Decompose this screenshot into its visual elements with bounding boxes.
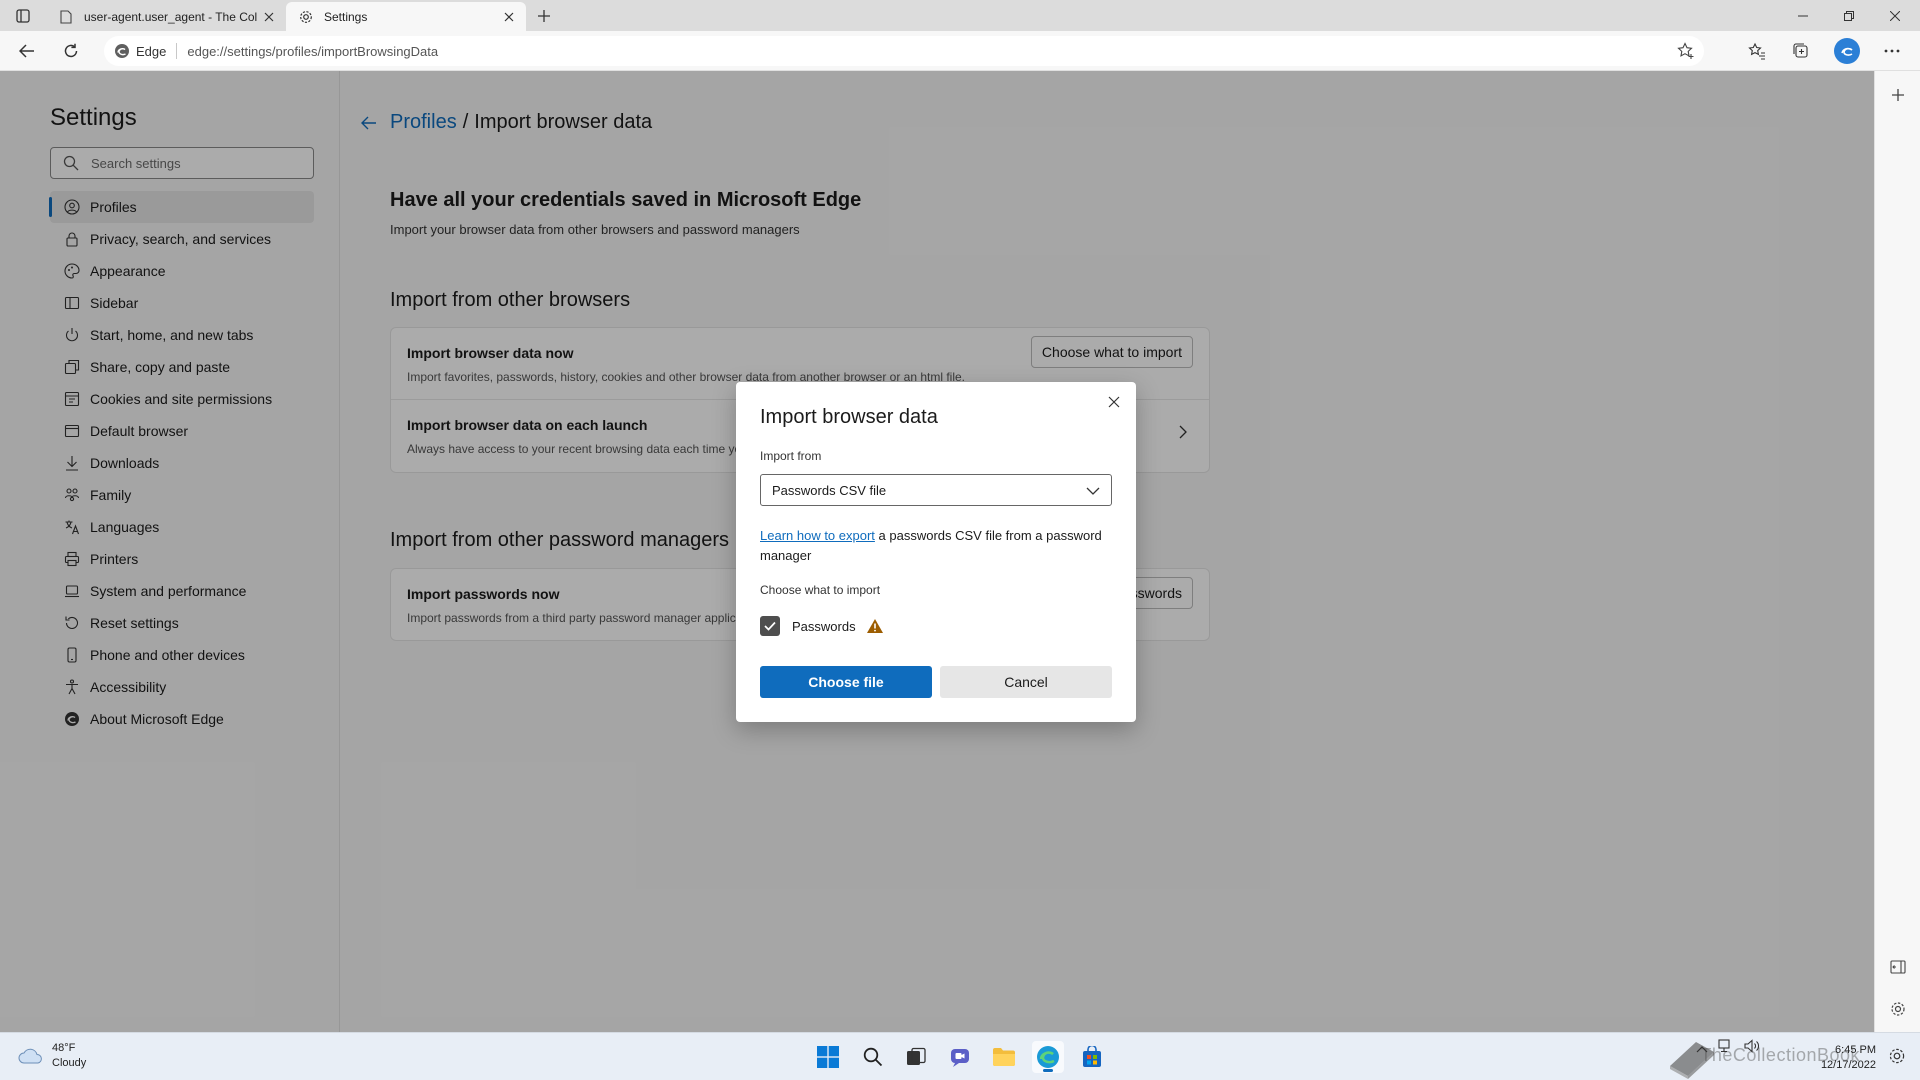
weather-temp: 48°F (52, 1042, 76, 1054)
export-help-text: Learn how to export a passwords CSV file… (760, 526, 1112, 566)
window-close-button[interactable] (1872, 0, 1918, 31)
address-bar[interactable]: Edge edge://settings/profiles/importBrow… (104, 36, 1704, 66)
close-icon[interactable] (258, 6, 280, 28)
sidebar-settings-button[interactable] (1886, 997, 1910, 1021)
add-sidebar-app-button[interactable] (1886, 83, 1910, 107)
profile-avatar-button[interactable] (1834, 38, 1860, 64)
minimize-button[interactable] (1780, 0, 1826, 31)
close-icon (1890, 10, 1900, 21)
minimize-icon (1798, 15, 1808, 16)
folder-icon (993, 1048, 1015, 1066)
dialog-title: Import browser data (760, 406, 938, 428)
close-icon[interactable] (498, 6, 520, 28)
hide-sidebar-button[interactable] (1886, 955, 1910, 979)
avatar-icon (1841, 47, 1853, 56)
volume-icon[interactable] (1744, 1039, 1760, 1058)
weather-desc: Cloudy (52, 1057, 87, 1069)
tab-title: Settings (324, 9, 368, 24)
store-icon (1083, 1046, 1101, 1067)
sidebar-toggle-icon (1890, 960, 1906, 974)
address-toolbar: Edge edge://settings/profiles/importBrow… (0, 31, 1920, 71)
windows-taskbar: 48°F Cloudy TheCollectionBook 6:45 PM 12… (0, 1032, 1920, 1080)
collections-button[interactable] (1786, 37, 1816, 65)
chevron-up-icon[interactable] (1696, 1040, 1708, 1058)
taskbar-search-button[interactable] (857, 1041, 889, 1073)
edge-logo-icon (1037, 1046, 1059, 1068)
site-badge: Edge (136, 43, 167, 59)
windows-logo-icon (817, 1046, 839, 1068)
site-identity[interactable]: Edge (104, 43, 166, 59)
add-favorite-button[interactable] (1676, 41, 1696, 61)
learn-how-to-export-link[interactable]: Learn how to export (760, 528, 875, 543)
edge-logo-icon (115, 44, 129, 58)
plus-icon (1892, 89, 1904, 101)
weather-widget[interactable]: 48°F Cloudy (18, 1041, 86, 1071)
gear-icon (1891, 1002, 1905, 1016)
passwords-checkbox[interactable] (760, 616, 780, 636)
title-bar: user-agent.user_agent - The Coll Setting… (0, 0, 1920, 31)
cloud-icon (18, 1048, 42, 1064)
clock-date: 12/17/2022 (1820, 1059, 1876, 1071)
divider (176, 43, 178, 59)
new-tab-button[interactable] (530, 4, 558, 28)
chat-icon (951, 1049, 969, 1067)
notification-settings-button[interactable] (1888, 1047, 1908, 1067)
tab-title: user-agent.user_agent - The Coll (84, 9, 258, 24)
teams-chat-button[interactable] (944, 1041, 976, 1073)
system-clock[interactable]: 6:45 PM 12/17/2022 (1821, 1043, 1876, 1073)
star-plus-icon (1677, 42, 1694, 59)
tab-actions-button[interactable] (10, 5, 36, 27)
warning-icon[interactable] (866, 618, 884, 634)
ellipsis-icon (1884, 49, 1900, 53)
arrow-left-icon (19, 44, 34, 58)
import-from-label: Import from (760, 449, 822, 463)
more-options-button[interactable] (1877, 37, 1907, 65)
close-icon (1108, 396, 1120, 408)
url-text[interactable]: edge://settings/profiles/importBrowsingD… (187, 44, 438, 59)
dialog-close-button[interactable] (1102, 390, 1126, 414)
tab-settings[interactable]: Settings (286, 2, 526, 31)
task-view-icon (907, 1047, 926, 1065)
gear-icon (298, 9, 314, 25)
edge-taskbar-button[interactable] (1032, 1041, 1064, 1073)
clock-time: 6:45 PM (1835, 1044, 1876, 1056)
network-icon[interactable] (1718, 1039, 1734, 1058)
tab-actions-icon (16, 9, 30, 23)
cancel-button[interactable]: Cancel (940, 666, 1112, 698)
start-button[interactable] (812, 1041, 844, 1073)
passwords-checkbox-label: Passwords (792, 618, 856, 634)
page-icon (58, 9, 74, 25)
back-button[interactable] (12, 37, 42, 65)
store-button[interactable] (1076, 1041, 1108, 1073)
edge-sidebar (1874, 71, 1920, 1032)
import-from-value: Passwords CSV file (772, 482, 887, 498)
checkmark-icon (764, 621, 776, 631)
plus-icon (538, 10, 550, 22)
chevron-down-icon (1086, 487, 1100, 495)
restore-button[interactable] (1826, 0, 1872, 31)
system-tray (1696, 1039, 1760, 1058)
passwords-option: Passwords (760, 616, 884, 636)
import-from-select[interactable]: Passwords CSV file (760, 474, 1112, 506)
favorites-icon (1748, 42, 1765, 60)
favorites-button[interactable] (1742, 37, 1772, 65)
refresh-icon (64, 43, 78, 58)
choose-file-button[interactable]: Choose file (760, 666, 932, 698)
task-view-button[interactable] (900, 1041, 932, 1073)
collections-icon (1793, 43, 1808, 58)
weather-text: 48°F Cloudy (52, 1041, 86, 1071)
file-explorer-button[interactable] (988, 1041, 1020, 1073)
import-browser-data-dialog: Import browser data Import from Password… (736, 382, 1136, 722)
search-icon (863, 1047, 883, 1067)
refresh-button[interactable] (56, 37, 86, 65)
restore-icon (1844, 10, 1854, 21)
gear-icon (1889, 1048, 1905, 1064)
tab-user-agent[interactable]: user-agent.user_agent - The Coll (46, 2, 286, 31)
choose-what-to-import-label: Choose what to import (760, 583, 881, 597)
